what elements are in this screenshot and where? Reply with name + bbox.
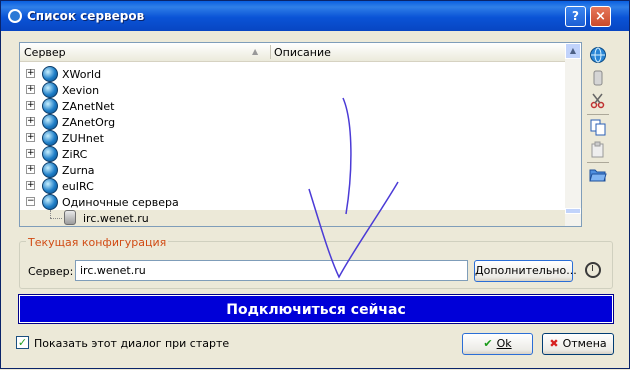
tree-row[interactable]: + Zurna [20,162,565,178]
column-description[interactable]: Описание [274,46,331,59]
server-tree[interactable]: Сервер ▲ Описание + XWorld + Xevion + ZAnet… [19,42,582,227]
tree-row[interactable]: + euIRC [20,178,565,194]
expand-icon[interactable]: + [26,181,35,190]
app-icon [8,9,22,23]
server-label: Сервер: [28,265,74,278]
connect-now-button[interactable]: Подключиться сейчас [18,294,614,324]
tree-row[interactable]: + XWorld [20,66,565,82]
globe-icon [42,130,58,146]
folder-open-icon[interactable] [589,165,607,183]
show-on-start-checkbox[interactable]: ✓ [16,336,29,349]
tree-row-label: ZUHnet [62,132,104,145]
expand-icon[interactable]: + [26,149,35,158]
globe-icon [42,194,58,210]
scroll-thumb[interactable] [565,208,581,214]
tree-connector [50,218,62,220]
help-button[interactable]: ? [565,6,586,27]
globe-icon[interactable] [589,46,607,64]
server-list-dialog: Список серверов ? × Сервер ▲ Описание + X… [0,0,630,369]
toolbar-divider [587,114,609,115]
server-icon[interactable] [589,69,607,87]
tree-row-label: ZAnetNet [62,100,115,113]
globe-icon [42,162,58,178]
scroll-up-icon[interactable]: ▲ [565,43,581,59]
tree-row-label: irc.wenet.ru [83,212,149,225]
tree-row-label: euIRC [62,180,94,193]
expand-icon[interactable]: + [26,69,35,78]
tree-row-label: Одиночные сервера [62,196,179,209]
cancel-x-icon: ✖ [549,337,559,350]
globe-icon [42,114,58,130]
more-options-button[interactable]: Дополнительно... [474,260,577,282]
globe-icon [42,146,58,162]
tree-row-label: ZiRC [62,148,88,161]
globe-icon [42,82,58,98]
sort-up-icon: ▲ [252,47,259,56]
expand-icon[interactable]: + [26,165,35,174]
config-legend: Текущая конфигурация [26,236,169,249]
tree-connector [50,210,52,218]
toolbar-divider [587,162,609,163]
expand-icon[interactable]: + [26,101,35,110]
tree-row-label: XWorld [62,68,102,81]
tree-row-label: ZAnetOrg [62,116,116,129]
check-icon: ✔ [483,337,493,350]
cancel-label: Отмена [562,337,607,350]
globe-icon [42,66,58,82]
ok-button[interactable]: ✔ Ok [462,333,533,355]
tree-row[interactable]: + ZiRC [20,146,565,162]
column-divider[interactable] [270,45,271,59]
server-icon [64,210,76,225]
expand-icon[interactable]: + [26,117,35,126]
tree-row-label: Xevion [62,84,100,97]
tree-row[interactable]: + ZUHnet [20,130,565,146]
paste-icon[interactable] [589,141,607,159]
titlebar: Список серверов ? × [1,1,629,31]
copy-icon[interactable] [589,118,607,136]
cancel-button[interactable]: ✖ Отмена [542,333,614,355]
server-input[interactable]: irc.wenet.ru [75,260,468,281]
timer-icon[interactable] [585,262,601,278]
window-title: Список серверов [27,9,145,23]
tree-row[interactable]: + Xevion [20,82,565,98]
globe-icon [42,98,58,114]
expand-icon[interactable]: + [26,133,35,142]
tree-row-selected[interactable]: irc.wenet.ru [20,210,565,226]
scissors-icon[interactable] [589,92,607,110]
tree-row[interactable]: + ZAnetNet [20,98,565,114]
tree-row-label: Zurna [62,164,95,177]
show-on-start-label[interactable]: Показать этот диалог при старте [34,337,229,350]
close-button[interactable]: × [590,6,611,27]
column-server[interactable]: Сервер [24,46,66,59]
tree-header: Сервер ▲ Описание [20,43,565,62]
tree-scrollbar[interactable]: ▲ [565,43,581,226]
globe-icon [42,178,58,194]
collapse-icon[interactable]: − [26,197,35,206]
tree-row[interactable]: + ZAnetOrg [20,114,565,130]
ok-label: Ok [496,337,512,350]
tree-row[interactable]: − Одиночные сервера [20,194,565,210]
expand-icon[interactable]: + [26,85,35,94]
